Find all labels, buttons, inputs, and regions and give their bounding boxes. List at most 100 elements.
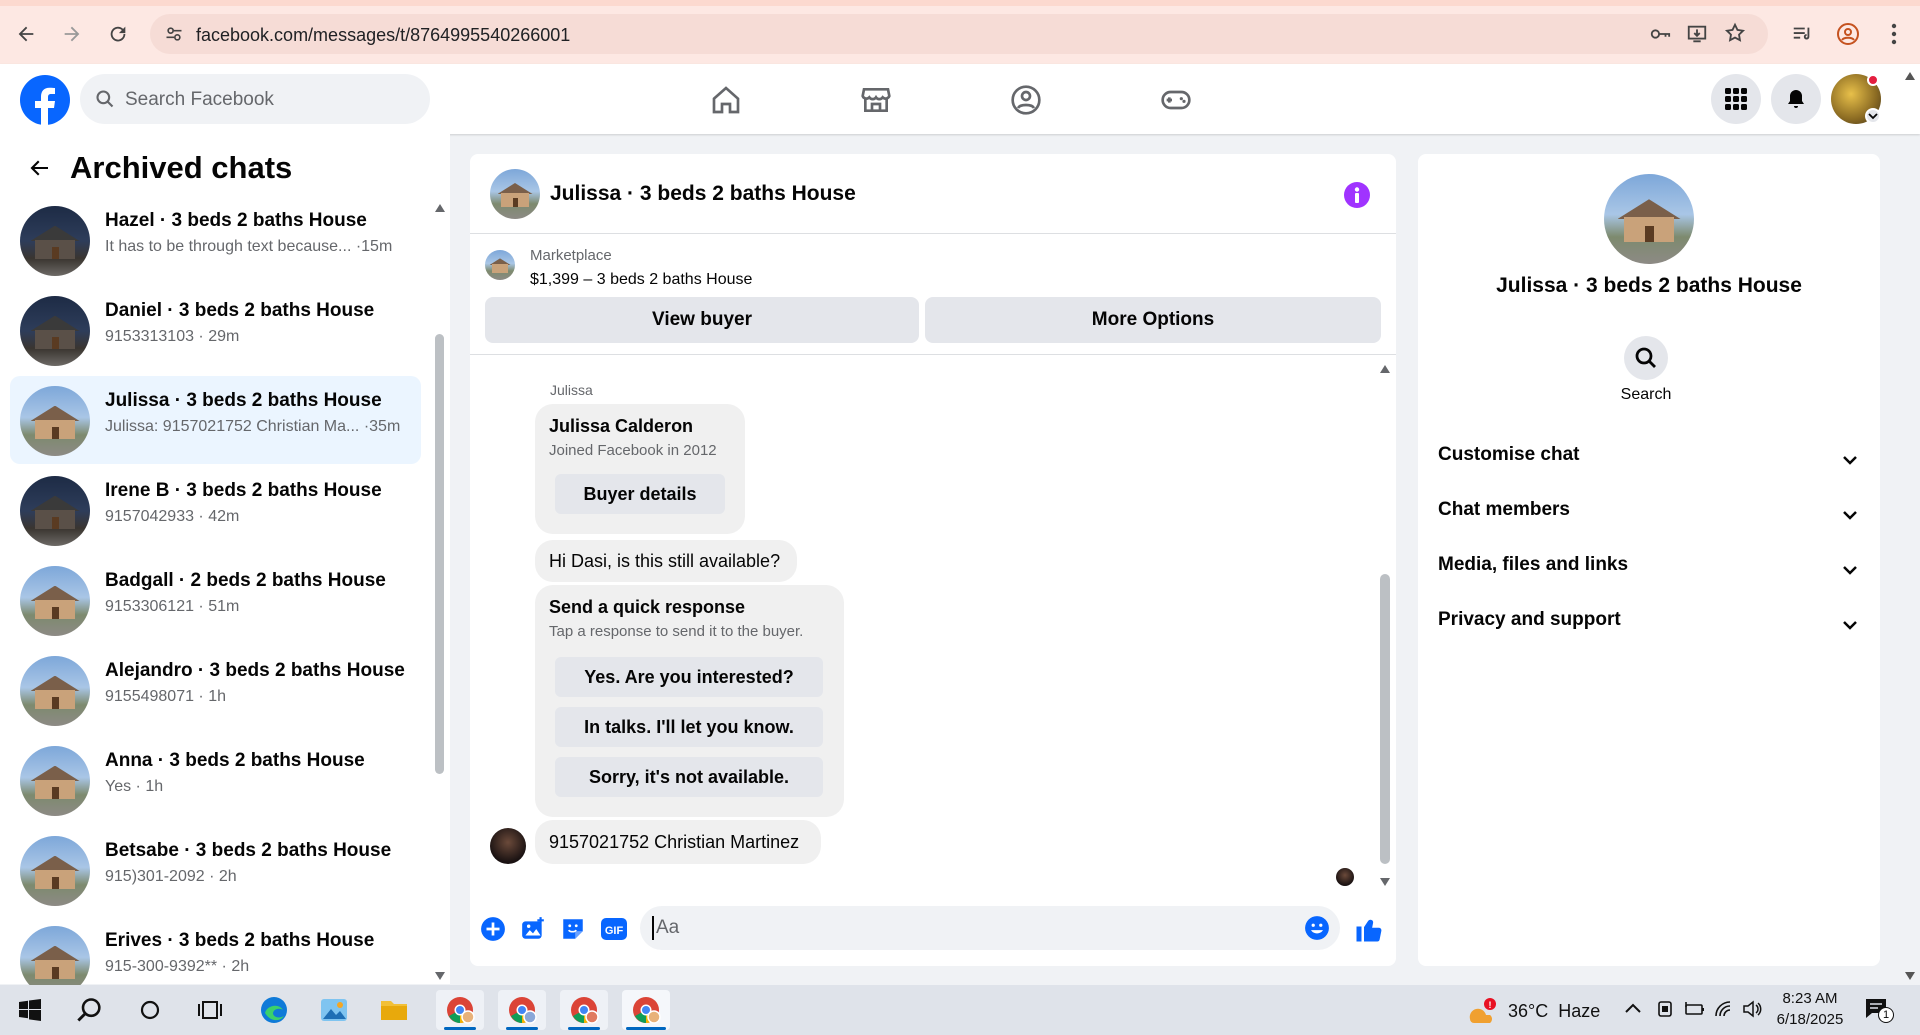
media-control-icon[interactable] <box>1788 20 1816 48</box>
sender-label: Julissa <box>550 382 593 398</box>
browser-chrome: facebook.com/messages/t/8764995540266001 <box>0 0 1920 64</box>
thumbs-up-icon[interactable] <box>1354 914 1384 949</box>
avatar-alert-dot <box>1867 74 1879 86</box>
listing-title[interactable]: $1,399 – 3 beds 2 baths House <box>530 271 752 289</box>
chat-list-item[interactable]: Badgall · 2 beds 2 baths House 9153306121… <box>10 556 421 644</box>
media-files-links-section[interactable]: Media, files and links <box>1438 554 1858 594</box>
chat-list-item[interactable]: Betsabe · 3 beds 2 baths House 915)301-20… <box>10 826 421 914</box>
quick-reply-button[interactable]: In talks. I'll let you know. <box>555 707 823 747</box>
bookmark-star-icon[interactable] <box>1724 22 1746 49</box>
page-scroll-up-icon[interactable] <box>1904 68 1916 86</box>
chrome-window-icon[interactable] <box>622 990 670 1030</box>
quick-response-bubble: Send a quick response Tap a response to … <box>535 585 844 817</box>
show-hidden-icons-icon[interactable] <box>1624 1000 1642 1021</box>
chat-preview: 915-300-9392** · 2h <box>105 958 250 975</box>
meet-now-icon[interactable] <box>1656 1000 1674 1023</box>
volume-icon[interactable] <box>1742 1000 1762 1023</box>
chat-list-item[interactable]: Hazel · 3 beds 2 baths House It has to be… <box>10 196 421 284</box>
chrome-window-icon[interactable] <box>498 990 546 1030</box>
back-icon[interactable] <box>10 18 42 50</box>
active-indicator <box>506 1027 538 1030</box>
chat-list-item[interactable]: Julissa · 3 beds 2 baths House Julissa: 9… <box>10 376 421 464</box>
photos-app-icon[interactable] <box>310 990 358 1030</box>
messages-scrollbar[interactable] <box>1380 574 1390 864</box>
groups-icon[interactable] <box>1004 78 1048 122</box>
conversation-panel: Julissa · 3 beds 2 baths House Marketpla… <box>470 154 1396 966</box>
messages-scroll-down-icon[interactable] <box>1379 874 1391 892</box>
conversation-avatar[interactable] <box>490 169 540 219</box>
chrome-menu-icon[interactable] <box>1880 20 1908 48</box>
sender-avatar[interactable] <box>490 828 526 864</box>
edge-browser-icon[interactable] <box>250 990 298 1030</box>
listing-thumbnail[interactable] <box>485 250 515 280</box>
list-scroll-down-icon[interactable] <box>434 968 446 986</box>
battery-icon[interactable] <box>1684 1000 1706 1023</box>
marketplace-icon[interactable] <box>854 78 898 122</box>
chat-members-section[interactable]: Chat members <box>1438 499 1858 539</box>
reload-icon[interactable] <box>102 18 134 50</box>
task-view-icon[interactable] <box>186 990 234 1030</box>
message-text: Hi Dasi, is this still available? <box>549 551 781 571</box>
chat-name: Anna · 3 beds 2 baths House <box>105 750 365 771</box>
taskbar-time[interactable]: 8:23 AM <box>1770 990 1850 1007</box>
chat-list-item[interactable]: Daniel · 3 beds 2 baths House 9153313103 … <box>10 286 421 374</box>
menu-grid-icon[interactable] <box>1711 74 1761 124</box>
chat-list-scrollbar[interactable] <box>435 334 444 774</box>
chat-list-item[interactable]: Irene B · 3 beds 2 baths House 9157042933… <box>10 466 421 554</box>
chrome-window-icon[interactable] <box>560 990 608 1030</box>
install-icon[interactable] <box>1686 23 1708 50</box>
chat-avatar <box>20 206 90 276</box>
back-arrow-icon[interactable] <box>26 156 52 185</box>
messages-scroll-up-icon[interactable] <box>1379 361 1391 379</box>
weather-text[interactable]: 36°C Haze <box>1508 1001 1600 1022</box>
emoji-icon[interactable] <box>1304 915 1330 946</box>
view-buyer-button[interactable]: View buyer <box>485 297 919 343</box>
search-in-chat-button[interactable] <box>1624 336 1668 380</box>
wifi-icon[interactable] <box>1714 1000 1734 1023</box>
cortana-icon[interactable] <box>126 990 174 1030</box>
sticker-icon[interactable] <box>560 916 586 947</box>
forward-icon[interactable] <box>56 18 88 50</box>
info-icon[interactable] <box>1344 182 1370 208</box>
plus-icon[interactable] <box>480 916 506 947</box>
buyer-details-button[interactable]: Buyer details <box>555 474 725 514</box>
chat-preview: 9153313103 · 29m <box>105 328 240 345</box>
chrome-window-icon[interactable] <box>436 990 484 1030</box>
file-explorer-icon[interactable] <box>370 990 418 1030</box>
facebook-logo-icon[interactable] <box>20 75 70 125</box>
account-avatar[interactable] <box>1831 74 1881 124</box>
notifications-bell-icon[interactable] <box>1771 74 1821 124</box>
gaming-icon[interactable] <box>1154 78 1198 122</box>
address-bar[interactable]: facebook.com/messages/t/8764995540266001 <box>150 14 1768 54</box>
action-center-icon[interactable]: 1 <box>1864 997 1894 1026</box>
weather-icon[interactable]: ! <box>1468 997 1500 1028</box>
profile-icon[interactable] <box>1834 20 1862 48</box>
page-scroll-down-icon[interactable] <box>1904 968 1916 986</box>
conversation-title[interactable]: Julissa · 3 beds 2 baths House <box>550 182 856 206</box>
quick-reply-button[interactable]: Sorry, it's not available. <box>555 757 823 797</box>
chat-preview: It has to be through text because... ·15… <box>105 238 393 255</box>
chat-list-item[interactable]: Alejandro · 3 beds 2 baths House 91554980… <box>10 646 421 734</box>
windows-start-icon[interactable] <box>6 990 54 1030</box>
chat-avatar <box>20 386 90 456</box>
details-avatar[interactable] <box>1604 174 1694 264</box>
quick-response-title: Send a quick response <box>549 597 746 617</box>
facebook-search-input[interactable]: Search Facebook <box>80 74 430 124</box>
site-settings-icon[interactable] <box>164 24 184 49</box>
active-indicator <box>626 1027 666 1030</box>
message-input[interactable]: Aa <box>640 906 1340 950</box>
chat-list-item[interactable]: Anna · 3 beds 2 baths House Yes · 1h <box>10 736 421 824</box>
gif-icon[interactable]: GIF <box>600 916 628 947</box>
quick-reply-button[interactable]: Yes. Are you interested? <box>555 657 823 697</box>
taskbar-search-icon[interactable] <box>66 990 114 1030</box>
taskbar-date[interactable]: 6/18/2025 <box>1770 1011 1850 1028</box>
customise-chat-section[interactable]: Customise chat <box>1438 444 1858 484</box>
conversation-header: Julissa · 3 beds 2 baths House <box>470 154 1396 234</box>
privacy-support-section[interactable]: Privacy and support <box>1438 609 1858 649</box>
photo-icon[interactable] <box>520 916 546 947</box>
list-scroll-up-icon[interactable] <box>434 200 446 218</box>
key-icon[interactable] <box>1648 23 1672 50</box>
home-icon[interactable] <box>704 78 748 122</box>
url-text[interactable]: facebook.com/messages/t/8764995540266001 <box>196 25 570 46</box>
more-options-button[interactable]: More Options <box>925 297 1381 343</box>
